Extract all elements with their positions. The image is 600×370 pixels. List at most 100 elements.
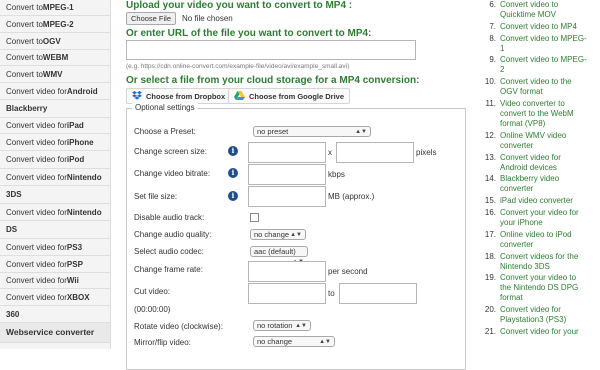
list-item-link-text[interactable]: 1 — [500, 44, 600, 54]
sidebar-item[interactable]: Convert video for iPhone — [0, 134, 110, 151]
list-item-link-text[interactable]: format (VP8) — [500, 119, 600, 129]
select-arrows-icon: ▲▼ — [355, 129, 367, 135]
list-item-link-text[interactable]: Android devices — [500, 163, 600, 173]
list-item-link-text[interactable]: Convert video for — [500, 153, 600, 163]
preset-select[interactable]: no preset ▲▼ — [253, 126, 371, 137]
file-picker[interactable]: Choose File No file chosen — [126, 12, 233, 25]
sidebar-item[interactable]: Convert video for PS3 — [0, 239, 110, 256]
rotate-select[interactable]: no rotation ▲▼ — [253, 320, 311, 331]
info-icon[interactable]: i — [228, 168, 238, 178]
list-item-link-text[interactable]: Nintendo 3DS — [500, 262, 600, 272]
sidebar-item[interactable]: 3DS — [0, 186, 110, 204]
x-separator: x — [328, 148, 332, 157]
cut-start-input[interactable] — [248, 283, 326, 304]
screen-width-input[interactable] — [248, 142, 326, 163]
sidebar-item[interactable]: Convert to MPEG-2 — [0, 16, 110, 33]
list-item-link-text[interactable]: Convert video to — [500, 0, 600, 10]
sidebar-item[interactable]: Convert video for Android — [0, 83, 110, 100]
list-item-link-text[interactable]: Convert video to MPEG- — [500, 55, 600, 65]
preset-label: Choose a Preset: — [134, 127, 196, 136]
list-item-link-text[interactable]: your iPhone — [500, 218, 600, 228]
choose-file-button[interactable]: Choose File — [126, 12, 177, 25]
audio-codec-select[interactable]: aac (default)▲▼ — [250, 246, 308, 265]
sidebar-item[interactable]: 360 — [0, 306, 110, 323]
sidebar-item[interactable]: Convert video for Nintendo — [0, 204, 110, 221]
list-item-link-text[interactable]: Online video to iPod — [500, 230, 600, 240]
list-item-link-text[interactable]: Convert video for your — [500, 327, 600, 337]
select-arrows-icon: ▲▼ — [319, 339, 331, 345]
list-item-number: 16. — [484, 208, 496, 217]
per-second-unit: per second — [328, 267, 368, 276]
list-item-link-text[interactable]: Quicktime MOV — [500, 10, 600, 20]
sidebar-item-label: Convert to — [6, 19, 43, 29]
url-input[interactable] — [126, 40, 416, 60]
sidebar-item-label: Convert video for — [6, 276, 67, 285]
list-item-number: 18. — [484, 251, 496, 261]
list-item-link-text[interactable]: Convert videos for the — [500, 252, 600, 262]
info-icon[interactable]: i — [228, 146, 238, 156]
sidebar-item[interactable]: DS — [0, 221, 110, 239]
sidebar-item-webservice-converter[interactable]: Webservice converter — [0, 323, 110, 343]
sidebar-nav: Convert to MPEG-1 Convert to MPEG-2 Conver… — [0, 0, 111, 349]
sidebar-item[interactable]: Convert video for Wii — [0, 273, 110, 289]
sidebar-item-format: iPod — [66, 155, 85, 164]
sidebar-item-format: MPEG-2 — [42, 19, 74, 29]
cut-end-input[interactable] — [339, 283, 417, 304]
list-item-link-text[interactable]: Convert video to the — [500, 77, 600, 87]
list-item-link-text[interactable]: iPad video converter — [500, 196, 600, 206]
sidebar-item[interactable]: Convert to OGV — [0, 33, 110, 50]
sidebar-item[interactable]: Convert to WMV — [0, 66, 110, 83]
list-item-link-text[interactable]: 2 — [500, 65, 600, 75]
google-drive-button[interactable]: Choose from Google Drive — [228, 88, 351, 104]
list-item-link-text[interactable]: Video converter to — [500, 99, 600, 109]
list-item-link-text[interactable]: the Nintendo DS DPG — [500, 283, 600, 293]
sidebar-item[interactable]: Convert to WEBM — [0, 50, 110, 66]
list-item-number: 17. — [484, 229, 496, 239]
list-item-number: 20. — [484, 305, 496, 315]
sidebar-item-format: Wii — [66, 276, 79, 285]
list-item-link-text[interactable]: converter — [500, 184, 600, 194]
info-icon[interactable]: i — [228, 191, 238, 201]
sidebar-item[interactable]: Convert video for PSP — [0, 256, 110, 273]
file-size-input[interactable] — [248, 186, 326, 207]
sidebar-item[interactable]: Convert video for XBOX — [0, 289, 110, 306]
list-item-link-text[interactable]: Convert video for — [500, 305, 600, 315]
list-item-link-text[interactable]: Blackberry video — [500, 174, 600, 184]
sidebar-item-format: Nintendo — [66, 207, 102, 217]
list-item-link-text[interactable]: converter — [500, 240, 600, 250]
list-item-link-text[interactable]: Convert video to MPEG- — [500, 34, 600, 44]
list-item-link-text[interactable]: format — [500, 293, 600, 303]
bitrate-input[interactable] — [248, 164, 326, 185]
list-item-link-text[interactable]: Online WMV video — [500, 131, 600, 141]
sidebar-item[interactable]: Blackberry — [0, 100, 110, 118]
disable-audio-checkbox[interactable] — [250, 213, 259, 222]
dropbox-button[interactable]: Choose from Dropbox — [126, 88, 232, 104]
mirror-label: Mirror/flip video: — [134, 338, 191, 347]
list-item-link-text[interactable]: Convert your video for — [500, 208, 600, 218]
upload-heading: Upload your video you want to convert to… — [126, 0, 353, 11]
sidebar-item-label: Convert video for — [6, 242, 67, 252]
list-item-link-text[interactable]: convert to the WebM — [500, 109, 600, 119]
sidebar-item-format: MPEG-1 — [42, 3, 74, 12]
list-item-link-text[interactable]: Convert video to MP4 — [500, 22, 600, 32]
sidebar-item-format: OGV — [42, 36, 61, 46]
screen-height-input[interactable] — [336, 142, 414, 163]
sidebar-item-format: 3DS — [6, 190, 22, 199]
sidebar-item-format: PS3 — [66, 242, 83, 252]
sidebar-item[interactable]: Convert video for Nintendo — [0, 169, 110, 186]
list-item-link-text[interactable]: Playstation3 (PS3) — [500, 315, 600, 325]
list-item-link-text[interactable]: Convert your video to — [500, 273, 600, 283]
sidebar-item-label: Convert video for — [6, 259, 67, 269]
rotate-label: Rotate video (clockwise): — [134, 322, 223, 331]
sidebar-item-label: Convert video for — [6, 155, 67, 164]
url-heading: Or enter URL of the file you want to con… — [126, 28, 372, 39]
sidebar-item[interactable]: Convert to MPEG-1 — [0, 0, 110, 16]
sidebar-item[interactable]: Convert video for iPad — [0, 118, 110, 134]
list-item-link-text[interactable]: OGV format — [500, 87, 600, 97]
frame-rate-input[interactable] — [248, 261, 326, 282]
audio-quality-select[interactable]: no change ▲▼ — [250, 229, 306, 240]
mirror-select[interactable]: no change ▲▼ — [253, 336, 335, 347]
list-item-number: 19. — [484, 273, 496, 283]
sidebar-item[interactable]: Convert video for iPod — [0, 151, 110, 169]
list-item-link-text[interactable]: converter — [500, 141, 600, 151]
